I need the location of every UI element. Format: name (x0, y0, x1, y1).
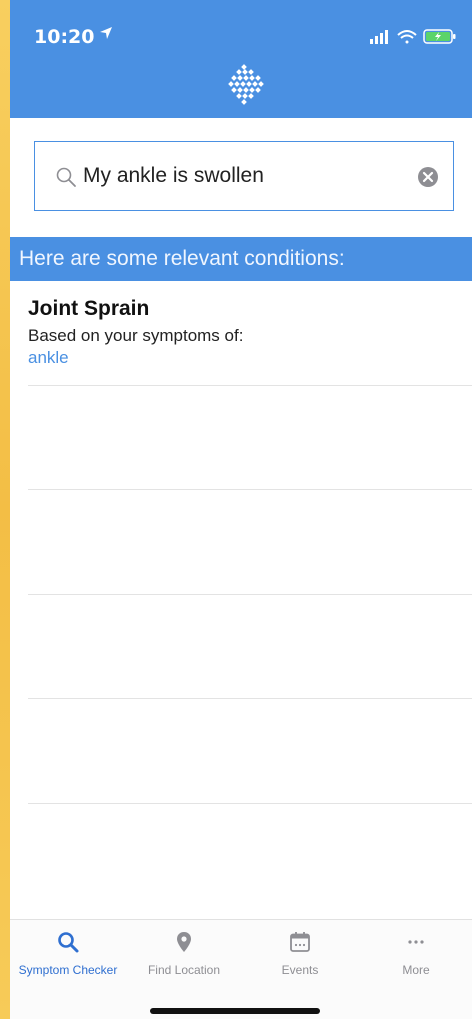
wifi-icon (397, 30, 417, 44)
search-box[interactable] (34, 141, 454, 211)
more-dots-icon (408, 940, 424, 944)
condition-subtitle: Based on your symptoms of: (28, 326, 244, 345)
status-time: 10:20 (34, 26, 95, 48)
search-icon (58, 932, 79, 953)
row-divider (28, 594, 472, 595)
clear-search-icon[interactable] (417, 166, 439, 188)
row-divider (28, 803, 472, 804)
signal-icon (370, 30, 388, 44)
condition-result[interactable]: Joint Sprain Based on your symptoms of: … (10, 296, 472, 386)
app-screen: 10:20 My ankle is swollen Here are some … (10, 0, 472, 1019)
symptom-link[interactable]: ankle (28, 348, 472, 368)
tab-label: Find Location (147, 963, 221, 977)
row-divider (28, 698, 472, 699)
search-input[interactable] (83, 158, 403, 194)
home-indicator[interactable] (150, 1008, 320, 1014)
condition-title: Joint Sprain (28, 297, 150, 320)
tab-events[interactable]: Events (242, 930, 358, 990)
row-divider (28, 385, 472, 386)
row-divider (28, 489, 472, 490)
battery-icon (423, 29, 456, 44)
tab-bar: Symptom Checker Find Location Events Mor… (10, 919, 472, 1019)
status-icons (370, 29, 456, 44)
device-frame (0, 0, 10, 1019)
search-icon (56, 167, 76, 187)
conditions-header: Here are some relevant conditions: (10, 237, 472, 281)
tab-label: Events (281, 963, 319, 977)
map-pin-icon (177, 932, 191, 952)
tab-label: Symptom Checker (18, 963, 118, 977)
tab-label: More (402, 963, 430, 977)
calendar-icon (290, 932, 310, 952)
app-logo (228, 64, 264, 105)
tab-symptom-checker[interactable]: Symptom Checker (10, 930, 126, 990)
tab-find-location[interactable]: Find Location (126, 930, 242, 990)
location-arrow-icon (100, 27, 112, 39)
header-bar: 10:20 (10, 0, 472, 118)
tab-more[interactable]: More (358, 930, 472, 990)
